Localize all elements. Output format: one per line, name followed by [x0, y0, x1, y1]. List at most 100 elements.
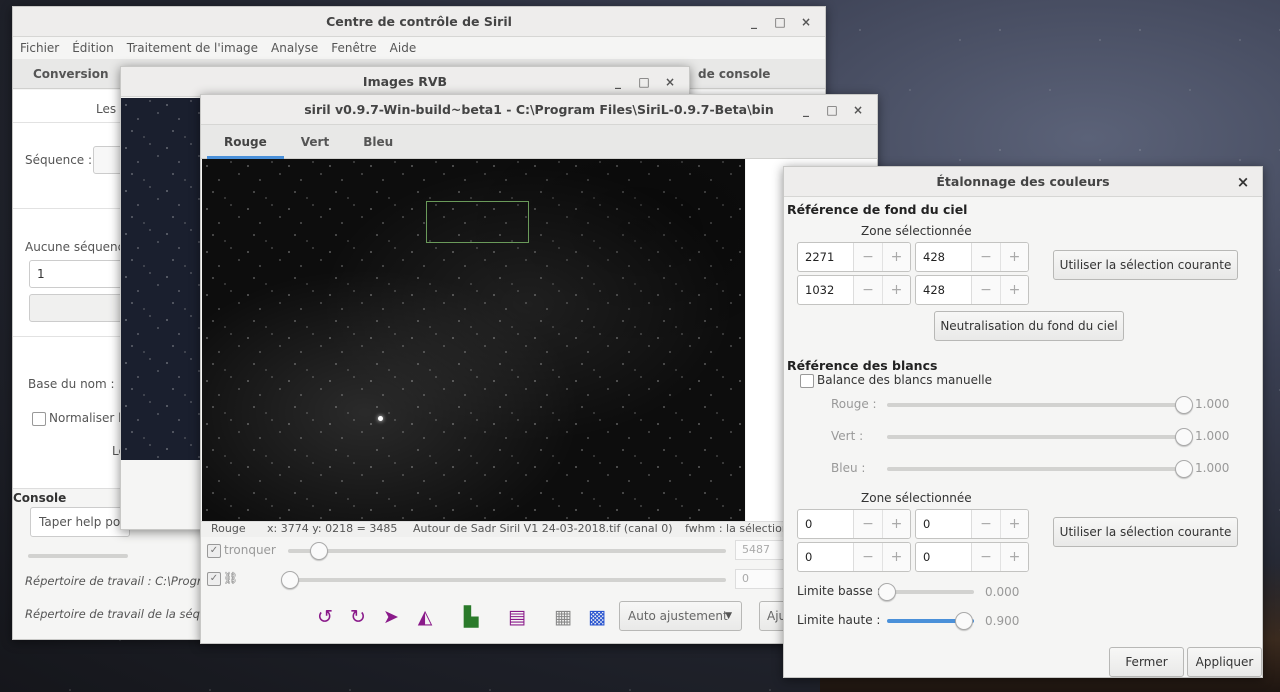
bg-x-spin[interactable]: 2271 − +	[797, 242, 911, 272]
minus-icon[interactable]: −	[854, 543, 882, 571]
selection-rectangle[interactable]	[426, 201, 529, 243]
minus-icon[interactable]: −	[972, 243, 1000, 271]
plus-icon[interactable]: +	[882, 243, 910, 271]
maximize-icon[interactable]: □	[633, 75, 655, 89]
plus-icon[interactable]: +	[882, 543, 910, 571]
false-color-icon[interactable]: ▩	[584, 604, 610, 630]
bg-x-value[interactable]: 2271	[798, 243, 854, 271]
menu-edition[interactable]: Édition	[72, 41, 114, 55]
minus-icon[interactable]: −	[854, 243, 882, 271]
mirror-x-icon[interactable]: ➤	[378, 604, 404, 630]
close-icon[interactable]: ×	[847, 103, 869, 117]
sequence-button[interactable]	[29, 294, 123, 322]
grayscale-display-icon[interactable]: ▦	[550, 604, 576, 630]
bg-h-spin[interactable]: 428 − +	[915, 275, 1029, 305]
white-h-value[interactable]: 0	[916, 543, 972, 571]
link-checkbox[interactable]: ✓	[207, 572, 221, 586]
manual-wb-checkbox[interactable]	[800, 374, 814, 388]
progress-bar	[28, 554, 128, 558]
rotate-left-icon[interactable]: ↺	[312, 604, 338, 630]
plus-icon[interactable]: +	[882, 510, 910, 538]
white-x-value[interactable]: 0	[798, 510, 854, 538]
white-h-spin[interactable]: 0 − +	[915, 542, 1029, 572]
maximize-icon[interactable]: □	[769, 15, 791, 29]
minus-icon[interactable]: −	[972, 510, 1000, 538]
maximize-icon[interactable]: □	[821, 103, 843, 117]
sequence-label: Séquence :	[25, 153, 93, 167]
menu-fichier[interactable]: Fichier	[20, 41, 59, 55]
status-file: Autour de Sadr Siril V1 24-03-2018.tif (…	[413, 522, 673, 535]
plus-icon[interactable]: +	[1000, 510, 1028, 538]
minus-icon[interactable]: −	[972, 276, 1000, 304]
tab-vert[interactable]: Vert	[284, 125, 346, 159]
white-y-value[interactable]: 0	[798, 543, 854, 571]
console-input[interactable]: Taper help pou	[30, 507, 130, 537]
low-limit-track[interactable]	[887, 590, 974, 594]
tronquer-checkbox[interactable]: ✓	[207, 544, 221, 558]
apply-button[interactable]: Appliquer	[1187, 647, 1262, 677]
plus-icon[interactable]: +	[1000, 243, 1028, 271]
white-x-spin[interactable]: 0 − +	[797, 509, 911, 539]
menu-traitement[interactable]: Traitement de l'image	[127, 41, 258, 55]
plus-icon[interactable]: +	[1000, 276, 1028, 304]
status-coords: x: 3774 y: 0218 = 3485	[267, 522, 398, 535]
high-limit-label: Limite haute :	[797, 613, 881, 627]
high-slider-track[interactable]	[288, 549, 726, 553]
statistics-icon[interactable]: ▤	[504, 604, 530, 630]
plus-icon[interactable]: +	[882, 276, 910, 304]
close-icon[interactable]: ×	[795, 15, 817, 29]
minus-icon[interactable]: −	[972, 543, 1000, 571]
menu-aide[interactable]: Aide	[390, 41, 417, 55]
close-button[interactable]: Fermer	[1109, 647, 1184, 677]
menu-fenetre[interactable]: Fenêtre	[331, 41, 376, 55]
low-slider-track[interactable]	[281, 578, 726, 582]
tab-console-partial[interactable]: de console	[681, 59, 787, 89]
minimize-icon[interactable]: _	[743, 15, 765, 29]
sequence-spin[interactable]: 1	[29, 260, 123, 288]
rouge-value: 1.000	[1195, 397, 1230, 411]
high-slider-knob[interactable]	[309, 542, 328, 560]
use-selection-button[interactable]: Utiliser la sélection courante	[1053, 250, 1238, 280]
neutralize-button[interactable]: Neutralisation du fond du ciel	[934, 311, 1124, 341]
main-image-canvas[interactable]	[202, 159, 745, 521]
use-selection-button-2[interactable]: Utiliser la sélection courante	[1053, 517, 1238, 547]
close-icon[interactable]: ×	[659, 75, 681, 89]
low-slider-knob[interactable]	[281, 571, 299, 589]
minus-icon[interactable]: −	[854, 510, 882, 538]
vert-slider-knob	[1175, 428, 1193, 446]
normalize-checkbox[interactable]	[32, 412, 46, 426]
no-sequence-label: Aucune séquence	[25, 240, 132, 254]
tab-bleu[interactable]: Bleu	[346, 125, 410, 159]
white-w-spin[interactable]: 0 − +	[915, 509, 1029, 539]
bg-w-value[interactable]: 428	[916, 243, 972, 271]
tab-conversion[interactable]: Conversion	[13, 59, 129, 89]
minimize-icon[interactable]: _	[795, 103, 817, 117]
bg-h-value[interactable]: 428	[916, 276, 972, 304]
minus-icon[interactable]: −	[854, 276, 882, 304]
rotate-right-icon[interactable]: ↻	[345, 604, 371, 630]
sequence-combo[interactable]	[93, 146, 123, 174]
histogram-icon[interactable]: ▙	[458, 604, 484, 630]
vert-value: 1.000	[1195, 429, 1230, 443]
plus-icon[interactable]: +	[1000, 543, 1028, 571]
manual-wb-label: Balance des blancs manuelle	[817, 373, 993, 387]
low-limit-knob[interactable]	[878, 583, 896, 601]
menu-analyse[interactable]: Analyse	[271, 41, 318, 55]
background-reference-heading: Référence de fond du ciel	[787, 202, 968, 217]
bg-y-spin[interactable]: 1032 − +	[797, 275, 911, 305]
mirror-y-icon[interactable]: ◭	[412, 604, 438, 630]
white-w-value[interactable]: 0	[916, 510, 972, 538]
close-icon[interactable]: ×	[1232, 173, 1254, 191]
bleu-value: 1.000	[1195, 461, 1230, 475]
white-y-spin[interactable]: 0 − +	[797, 542, 911, 572]
normalize-label: Normaliser le	[49, 411, 129, 425]
main-titlebar: siril v0.9.7-Win-build~beta1 - C:\Progra…	[201, 95, 877, 125]
bg-y-value[interactable]: 1032	[798, 276, 854, 304]
high-limit-knob[interactable]	[955, 612, 973, 630]
minimize-icon[interactable]: _	[607, 75, 629, 89]
display-mode-select[interactable]: Auto ajustement ▼	[619, 601, 742, 631]
tab-rouge[interactable]: Rouge	[207, 125, 284, 159]
bg-w-spin[interactable]: 428 − +	[915, 242, 1029, 272]
low-limit-value: 0.000	[985, 585, 1020, 599]
bright-star	[378, 416, 383, 421]
